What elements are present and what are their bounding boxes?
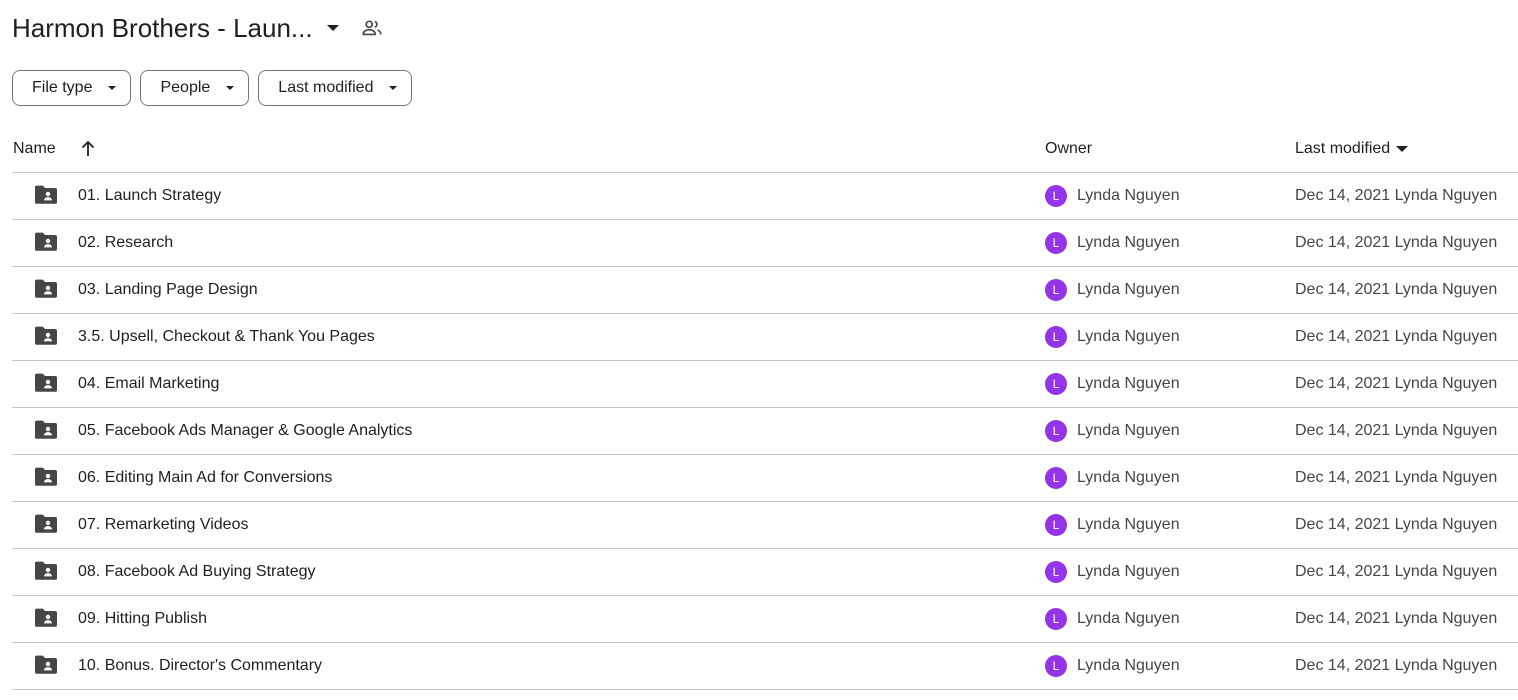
chip-label: Last modified <box>278 79 374 96</box>
folder-header: Harmon Brothers - Laun... <box>12 10 383 46</box>
shared-folder-icon <box>34 514 58 534</box>
last-modified-text: Dec 14, 2021 Lynda Nguyen <box>1295 563 1498 580</box>
caret-down-icon <box>226 86 235 90</box>
file-name[interactable]: 09. Hitting Publish <box>78 610 207 628</box>
last-modified-text: Dec 14, 2021 Lynda Nguyen <box>1295 234 1498 251</box>
owner-name: Lynda Nguyen <box>1077 563 1180 580</box>
column-header-last-modified[interactable]: Last modified <box>1295 140 1409 158</box>
chip-label: People <box>160 79 211 96</box>
last-modified-text: Dec 14, 2021 Lynda Nguyen <box>1295 375 1498 392</box>
file-name[interactable]: 10. Bonus. Director's Commentary <box>78 657 322 675</box>
owner-name: Lynda Nguyen <box>1077 187 1180 204</box>
owner-name: Lynda Nguyen <box>1077 375 1180 392</box>
shared-folder-icon <box>34 420 58 440</box>
shared-folder-icon <box>34 373 58 393</box>
shared-folder-icon <box>34 467 58 487</box>
shared-folder-icon <box>34 279 58 299</box>
owner-name: Lynda Nguyen <box>1077 281 1180 298</box>
owner-name: Lynda Nguyen <box>1077 328 1180 345</box>
file-name[interactable]: 04. Email Marketing <box>78 375 219 393</box>
chip-label: File type <box>32 79 93 96</box>
last-modified-text: Dec 14, 2021 Lynda Nguyen <box>1295 281 1498 298</box>
table-row[interactable]: 10. Bonus. Director's Commentary L Lynda N… <box>12 643 1518 690</box>
last-modified-text: Dec 14, 2021 Lynda Nguyen <box>1295 328 1498 345</box>
avatar: L <box>1045 514 1067 536</box>
shared-folder-icon <box>34 326 58 346</box>
last-modified-text: Dec 14, 2021 Lynda Nguyen <box>1295 187 1498 204</box>
owner-name: Lynda Nguyen <box>1077 469 1180 486</box>
shared-people-icon[interactable] <box>361 17 383 39</box>
owner-name: Lynda Nguyen <box>1077 234 1180 251</box>
column-header-owner[interactable]: Owner <box>1045 140 1092 158</box>
last-modified-text: Dec 14, 2021 Lynda Nguyen <box>1295 469 1498 486</box>
avatar: L <box>1045 326 1067 348</box>
shared-folder-icon <box>34 232 58 252</box>
last-modified-text: Dec 14, 2021 Lynda Nguyen <box>1295 657 1498 674</box>
avatar: L <box>1045 608 1067 630</box>
file-name[interactable]: 01. Launch Strategy <box>78 187 221 205</box>
table-row[interactable]: 06. Editing Main Ad for Conversions L Lynd… <box>12 455 1518 502</box>
table-row[interactable]: 01. Launch Strategy L Lynda Nguyen Dec 14, … <box>12 173 1518 220</box>
file-name[interactable]: 08. Facebook Ad Buying Strategy <box>78 563 315 581</box>
table-row[interactable]: 04. Email Marketing L Lynda Nguyen Dec 14, … <box>12 361 1518 408</box>
column-header-name[interactable]: Name <box>13 140 96 158</box>
caret-down-icon[interactable] <box>326 25 339 31</box>
caret-down-icon <box>108 86 117 90</box>
file-name[interactable]: 02. Research <box>78 234 173 252</box>
column-header-label: Last modified <box>1295 140 1391 157</box>
table-row[interactable]: 07. Remarketing Videos L Lynda Nguyen Dec 1… <box>12 502 1518 549</box>
avatar: L <box>1045 373 1067 395</box>
owner-name: Lynda Nguyen <box>1077 657 1180 674</box>
file-list: 01. Launch Strategy L Lynda Nguyen Dec 14, … <box>12 173 1518 690</box>
table-row[interactable]: 03. Landing Page Design L Lynda Nguyen Dec … <box>12 267 1518 314</box>
last-modified-filter-chip[interactable]: Last modified <box>258 70 413 106</box>
shared-folder-icon <box>34 655 58 675</box>
folder-title[interactable]: Harmon Brothers - Laun... <box>12 13 313 44</box>
avatar: L <box>1045 232 1067 254</box>
people-filter-chip[interactable]: People <box>140 70 250 106</box>
owner-name: Lynda Nguyen <box>1077 610 1180 627</box>
file-name[interactable]: 03. Landing Page Design <box>78 281 258 299</box>
file-name[interactable]: 3.5. Upsell, Checkout & Thank You Pages <box>78 328 375 346</box>
table-row[interactable]: 3.5. Upsell, Checkout & Thank You Pages L… <box>12 314 1518 361</box>
avatar: L <box>1045 420 1067 442</box>
table-row[interactable]: 09. Hitting Publish L Lynda Nguyen Dec 14, … <box>12 596 1518 643</box>
table-row[interactable]: 08. Facebook Ad Buying Strategy L Lynda Ng… <box>12 549 1518 596</box>
file-name[interactable]: 05. Facebook Ads Manager & Google Analyt… <box>78 422 412 440</box>
shared-folder-icon <box>34 608 58 628</box>
avatar: L <box>1045 279 1067 301</box>
avatar: L <box>1045 561 1067 583</box>
caret-down-icon <box>1396 146 1409 152</box>
drive-folder-view: Harmon Brothers - Laun... File type Peop… <box>0 0 1518 700</box>
arrow-up-icon[interactable] <box>80 140 96 158</box>
file-name[interactable]: 07. Remarketing Videos <box>78 516 248 534</box>
file-type-filter-chip[interactable]: File type <box>12 70 132 106</box>
filter-chips: File type People Last modified <box>12 70 413 106</box>
owner-name: Lynda Nguyen <box>1077 422 1180 439</box>
table-header: Name Owner Last modified <box>12 128 1518 173</box>
table-row[interactable]: 05. Facebook Ads Manager & Google Analyt… <box>12 408 1518 455</box>
last-modified-text: Dec 14, 2021 Lynda Nguyen <box>1295 610 1498 627</box>
caret-down-icon <box>389 86 398 90</box>
owner-name: Lynda Nguyen <box>1077 516 1180 533</box>
shared-folder-icon <box>34 185 58 205</box>
shared-folder-icon <box>34 561 58 581</box>
last-modified-text: Dec 14, 2021 Lynda Nguyen <box>1295 516 1498 533</box>
avatar: L <box>1045 467 1067 489</box>
last-modified-text: Dec 14, 2021 Lynda Nguyen <box>1295 422 1498 439</box>
file-name[interactable]: 06. Editing Main Ad for Conversions <box>78 469 332 487</box>
column-header-label: Name <box>13 140 56 157</box>
avatar: L <box>1045 185 1067 207</box>
table-row[interactable]: 02. Research L Lynda Nguyen Dec 14, 2021 Ly… <box>12 220 1518 267</box>
avatar: L <box>1045 655 1067 677</box>
